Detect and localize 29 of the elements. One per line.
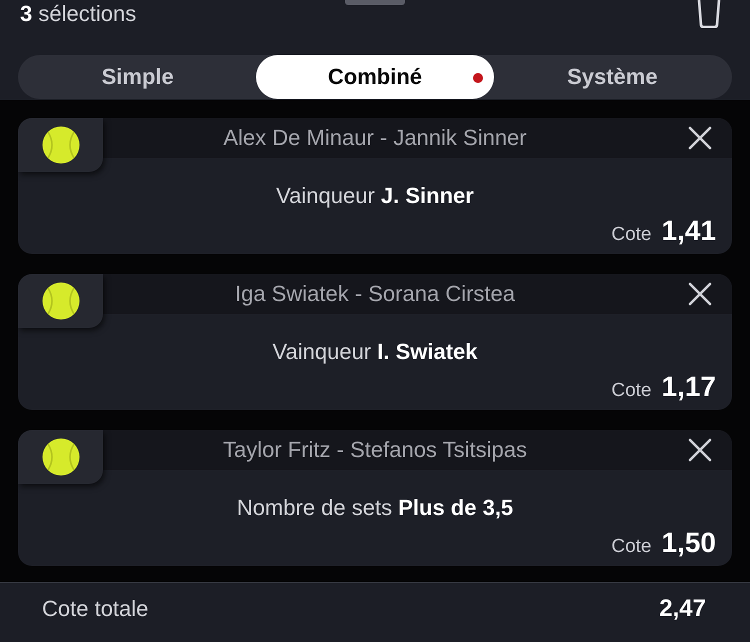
tab[interactable]: Système: [494, 55, 731, 99]
close-icon: [688, 282, 712, 306]
odds-value: 1,41: [662, 215, 716, 247]
bet-selection: Nombre de sets Plus de 3,5: [236, 494, 514, 522]
close-icon: [688, 126, 712, 150]
trash-icon[interactable]: [696, 0, 722, 28]
tennis-ball-icon: [42, 126, 80, 164]
close-icon: [688, 438, 712, 462]
match-title: Alex De Minaur - Jannik Sinner: [223, 124, 527, 152]
remove-button[interactable]: [688, 126, 712, 150]
tennis-ball-icon: [42, 438, 80, 476]
remove-button[interactable]: [688, 438, 712, 462]
tab[interactable]: Simple: [19, 55, 256, 99]
odds-value: 1,17: [662, 371, 716, 403]
tab[interactable]: Combiné: [256, 55, 494, 99]
match-title: Taylor Fritz - Stefanos Tsitsipas: [222, 436, 528, 464]
odds-label: Cote: [611, 379, 652, 403]
tennis-ball-icon: [42, 282, 80, 320]
remove-button[interactable]: [688, 282, 712, 306]
bet-selection: Vainqueur I. Swiatek: [271, 338, 479, 366]
total-odds-value: 2,47: [659, 594, 706, 622]
total-odds-label: Cote totale: [42, 596, 148, 622]
drag-handle[interactable]: [345, 0, 405, 5]
selection-count: 3 sélections: [20, 0, 138, 28]
bet-selection: Vainqueur J. Sinner: [275, 182, 475, 210]
odds-value: 1,50: [662, 527, 716, 559]
odds-label: Cote: [611, 223, 652, 247]
match-title: Iga Swiatek - Sorana Cirstea: [234, 280, 516, 308]
odds-label: Cote: [611, 535, 652, 559]
